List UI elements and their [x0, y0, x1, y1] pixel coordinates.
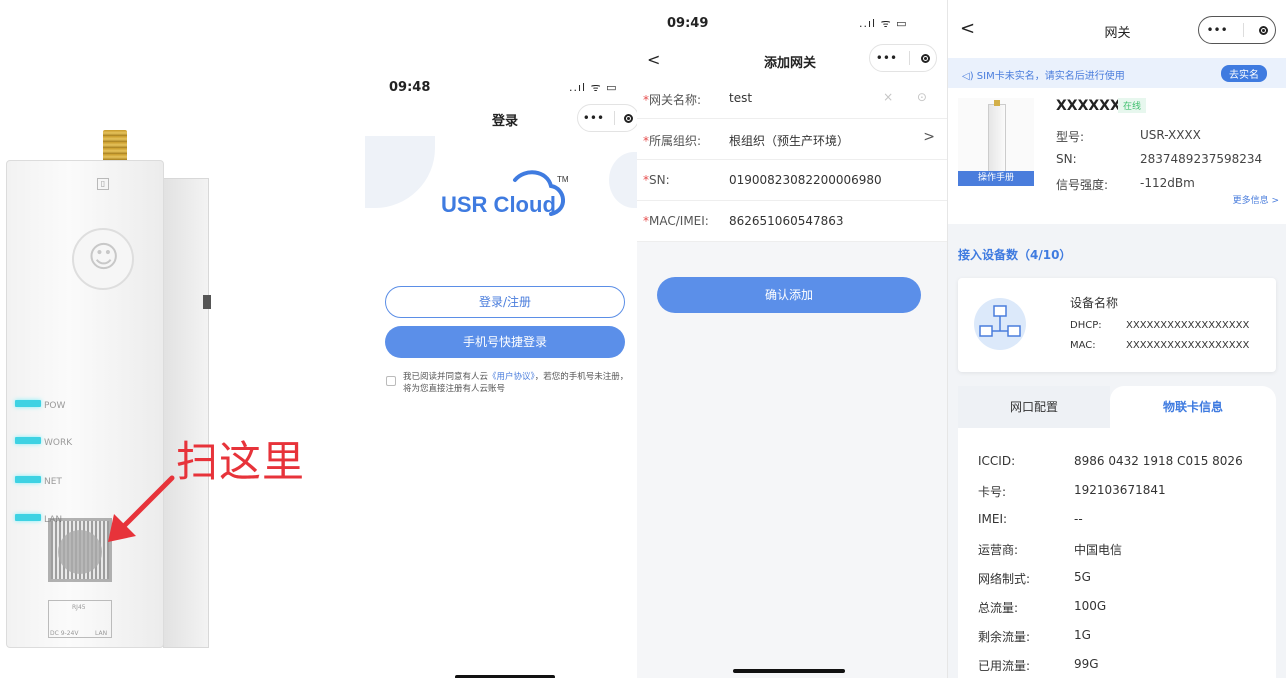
more-icon[interactable]: ••• — [583, 111, 604, 125]
sim-notice-text: SIM卡未实名，请实名后进行使用 — [976, 71, 1125, 82]
organization-value[interactable]: 根组织（预生产环境） — [729, 132, 849, 149]
device-name: XXXXXX — [1056, 98, 1121, 114]
mac-imei-field[interactable]: *MAC/IMEI: 862651060547863 — [637, 201, 947, 242]
sn-field[interactable]: *SN: 01900823082200006980 — [637, 160, 947, 201]
connected-device-dhcp: DHCP: XXXXXXXXXXXXXXXXXX — [1070, 320, 1250, 331]
qr-code-center — [58, 530, 102, 574]
close-target-icon[interactable] — [921, 53, 931, 63]
mac-imei-value[interactable]: 862651060547863 — [729, 214, 844, 228]
login-panel: 09:48 ..ıl ᯤ ▭ 登录 ••• USR Cloud TM 登录/注册… — [345, 0, 637, 678]
port-label-lan: LAN — [95, 630, 108, 637]
status-time: 09:48 — [389, 80, 431, 95]
more-icon[interactable]: ••• — [1206, 23, 1227, 37]
organization-field[interactable]: *所属组织: 根组织（预生产环境） > — [637, 119, 947, 160]
mini-program-capsule[interactable]: ••• — [1198, 16, 1276, 44]
trademark-text: TM — [557, 175, 569, 184]
device-top-icon: ▯ — [97, 178, 109, 190]
status-time: 09:49 — [667, 16, 709, 31]
verify-name-button[interactable]: 去实名 — [1221, 65, 1267, 82]
speaker-icon: ◁) — [962, 71, 977, 82]
led-net — [15, 476, 41, 483]
agreement-prefix: 我已阅读并同意有人云 — [403, 372, 489, 382]
confirm-add-button[interactable]: 确认添加 — [657, 277, 921, 313]
info-row-carrier: 运营商: 中国电信 — [978, 543, 1123, 557]
device-notch — [203, 295, 211, 309]
gateway-name-field[interactable]: *网关名称: test × ⊙ — [637, 78, 947, 119]
agreement-text: 我已阅读并同意有人云《用户协议》，若您的手机号未注册，将为您直接注册有人云账号 — [403, 371, 633, 395]
phone-quick-login-button[interactable]: 手机号快捷登录 — [385, 326, 625, 358]
decor-shape-right — [609, 152, 637, 208]
sim-notice-bar: ◁) SIM卡未实名，请实名后进行使用 去实名 — [948, 58, 1286, 88]
more-info-link[interactable]: 更多信息 > — [1233, 193, 1279, 206]
red-arrow-icon — [108, 475, 175, 542]
led-label-net: NET — [44, 477, 62, 487]
sn-value[interactable]: 01900823082200006980 — [729, 173, 882, 187]
scan-here-label: 扫这里 — [176, 437, 306, 486]
usr-cloud-logo: USR Cloud TM — [441, 170, 569, 217]
close-target-icon[interactable] — [1258, 25, 1268, 35]
gateway-image — [958, 98, 1034, 178]
gateway-name-value[interactable]: test — [729, 91, 752, 105]
connected-devices-title: 接入设备数（4/10） — [958, 248, 1072, 262]
port-label-dc: DC 9-24V — [50, 630, 79, 637]
manual-button[interactable]: 操作手册 — [958, 171, 1034, 186]
led-label-pow: POW — [44, 401, 66, 411]
detail-tabs: 网口配置 物联卡信息 — [958, 386, 1276, 428]
close-target-icon[interactable] — [624, 113, 634, 123]
decor-shape-left — [365, 136, 435, 208]
device-photo-panel: ▯ ☺ POW WORK NET LAN RJ45 DC 9-24V LAN 扫… — [0, 0, 345, 678]
info-row-network: 网络制式: 5G — [978, 570, 1091, 586]
device-logo-icon: ☺ — [72, 228, 134, 290]
led-pow — [15, 400, 41, 407]
status-icons: ..ıl ᯤ ▭ — [859, 17, 908, 30]
chevron-right-icon[interactable]: > — [923, 129, 935, 145]
more-icon[interactable]: ••• — [876, 51, 897, 65]
home-indicator — [733, 669, 845, 673]
clear-and-help-icon[interactable]: × ⊙ — [883, 90, 937, 104]
tab-port-config[interactable]: 网口配置 — [958, 386, 1110, 428]
led-lan — [15, 514, 41, 521]
gateway-info-card: 操作手册 XXXXXX 在线 型号: USR-XXXX SN: 2837489237… — [948, 88, 1286, 224]
info-row-used-data: 已用流量: 99G — [978, 657, 1099, 673]
led-work — [15, 437, 41, 444]
info-row-remaining-data: 剩余流量: 1G — [978, 628, 1091, 644]
agreement-checkbox[interactable] — [386, 376, 396, 386]
mini-program-capsule[interactable]: ••• — [577, 104, 637, 132]
device-side — [163, 178, 209, 648]
info-row-total-data: 总流量: 100G — [978, 599, 1107, 615]
status-icons: ..ıl ᯤ ▭ — [569, 81, 618, 94]
connected-device-card[interactable]: 设备名称 DHCP: XXXXXXXXXXXXXXXXXX MAC: XXXXXXX… — [958, 278, 1276, 372]
gateway-detail-panel: < 网关 ••• ◁) SIM卡未实名，请实名后进行使用 去实名 操作手册 XX… — [947, 0, 1286, 678]
led-label-work: WORK — [44, 438, 73, 448]
info-row-iccid: ICCID: 8986 0432 1918 C015 8026 — [978, 454, 1243, 468]
info-row-card-number: 卡号: 192103671841 — [978, 483, 1166, 499]
tab-iot-card-info[interactable]: 物联卡信息 — [1110, 386, 1276, 428]
iot-card-info-list: ICCID: 8986 0432 1918 C015 8026 卡号: 192103… — [958, 428, 1276, 678]
header: < 网关 ••• — [948, 0, 1286, 58]
login-register-button[interactable]: 登录/注册 — [385, 286, 625, 318]
connected-device-name: 设备名称 — [1070, 296, 1119, 310]
add-gateway-panel: 09:49 ..ıl ᯤ ▭ < 添加网关 ••• *网关名称: test × … — [637, 0, 947, 678]
header: 09:49 ..ıl ᯤ ▭ < 添加网关 ••• — [637, 0, 947, 78]
connected-device-mac: MAC: XXXXXXXXXXXXXXXXXX — [1070, 340, 1250, 351]
user-agreement-link[interactable]: 《用户协议》 — [488, 372, 535, 382]
network-device-icon — [974, 298, 1026, 350]
brand-text: USR Cloud — [441, 192, 556, 217]
info-row-imei: IMEI: -- — [978, 512, 1083, 526]
online-badge: 在线 — [1118, 98, 1147, 113]
port-label-rj45: RJ45 — [72, 604, 86, 611]
mini-program-capsule[interactable]: ••• — [869, 44, 937, 72]
